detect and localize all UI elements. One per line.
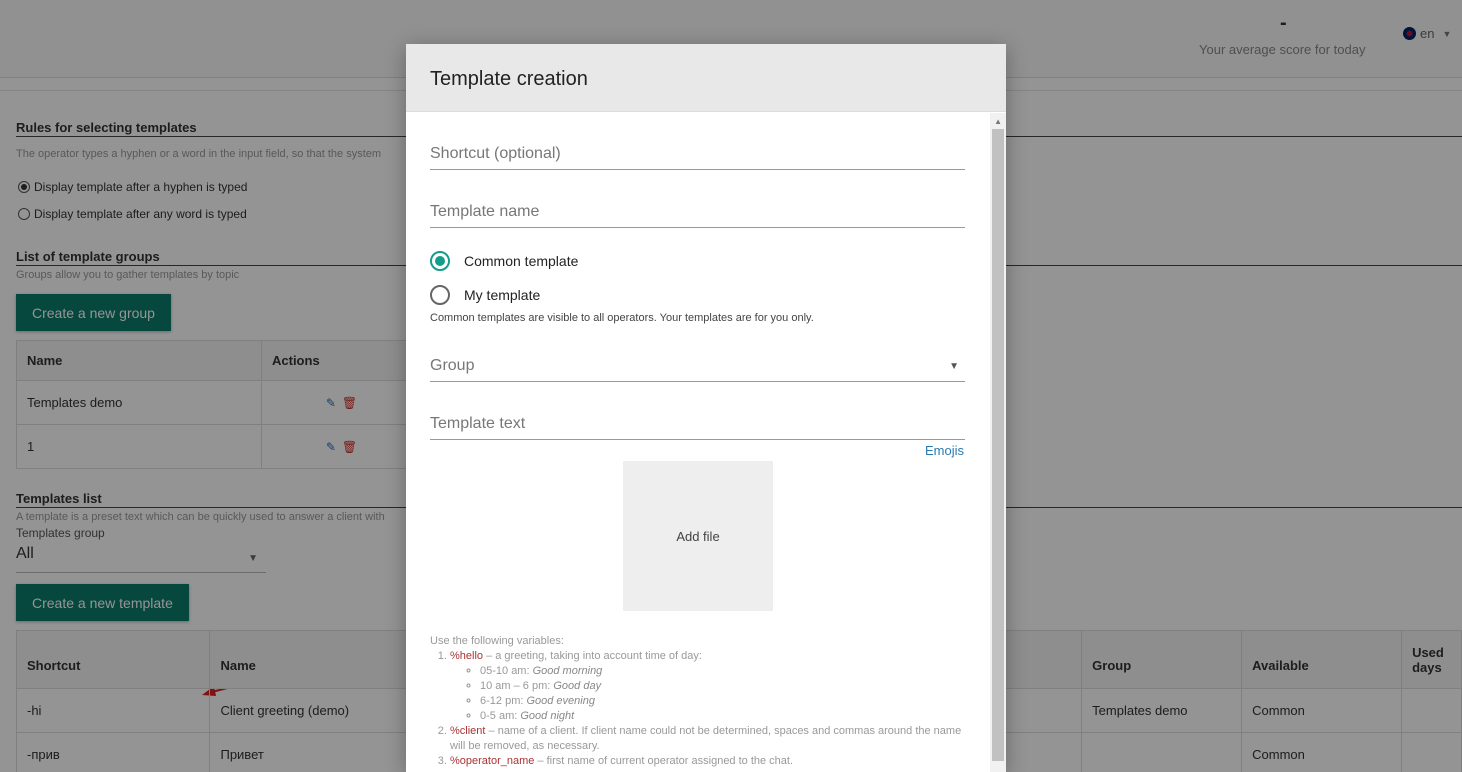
variable-desc: – first name of current operator assigne… [534, 755, 794, 767]
scroll-thumb[interactable] [992, 129, 1004, 761]
dialog-title: Template creation [430, 68, 588, 90]
group-select[interactable]: Group ▼ [430, 357, 965, 382]
template-text-placeholder: Template text [430, 415, 526, 432]
variable-code: %hello [450, 650, 484, 662]
my-template-option[interactable]: My template [430, 285, 540, 305]
add-file-button[interactable]: Add file [623, 461, 773, 611]
template-text-input[interactable]: Template text [430, 415, 965, 440]
dialog-body: Shortcut (optional) Template name Common… [406, 113, 990, 772]
dialog-header: Template creation [406, 44, 1006, 112]
greeting-time-item: 05-10 am: Good morning [480, 664, 970, 679]
variable-code: %operator_name [450, 755, 535, 767]
option-label: Common template [464, 253, 579, 269]
greeting-time-item: 0-5 am: Good night [480, 709, 970, 724]
chevron-down-icon: ▼ [949, 361, 959, 372]
template-name-placeholder: Template name [430, 203, 540, 220]
variable-hello: %hello – a greeting, taking into account… [450, 649, 970, 724]
emojis-link[interactable]: Emojis [925, 443, 964, 458]
variable-desc: – name of a client. If client name could… [450, 725, 962, 752]
dialog-scrollbar[interactable]: ▲ [990, 113, 1006, 772]
template-creation-dialog: Template creation Shortcut (optional) Te… [406, 44, 1006, 772]
radio-button[interactable] [430, 285, 450, 305]
visibility-hint: Common templates are visible to all oper… [430, 312, 814, 324]
variables-help: Use the following variables: %hello – a … [430, 634, 970, 769]
shortcut-placeholder: Shortcut (optional) [430, 145, 561, 162]
group-placeholder: Group [430, 357, 475, 374]
radio-button[interactable] [430, 251, 450, 271]
greeting-time-item: 6-12 pm: Good evening [480, 694, 970, 709]
variable-client: %client – name of a client. If client na… [450, 724, 970, 754]
add-file-label: Add file [676, 528, 720, 544]
variable-operator-name: %operator_name – first name of current o… [450, 754, 970, 769]
variables-intro: Use the following variables: [430, 635, 564, 647]
variable-desc: – a greeting, taking into account time o… [483, 650, 702, 662]
template-name-input[interactable]: Template name [430, 203, 965, 228]
common-template-option[interactable]: Common template [430, 251, 578, 271]
shortcut-input[interactable]: Shortcut (optional) [430, 145, 965, 170]
greeting-time-item: 10 am – 6 pm: Good day [480, 679, 970, 694]
variable-code: %client [450, 725, 486, 737]
option-label: My template [464, 287, 541, 303]
scroll-up-arrow-icon[interactable]: ▲ [994, 117, 1002, 126]
